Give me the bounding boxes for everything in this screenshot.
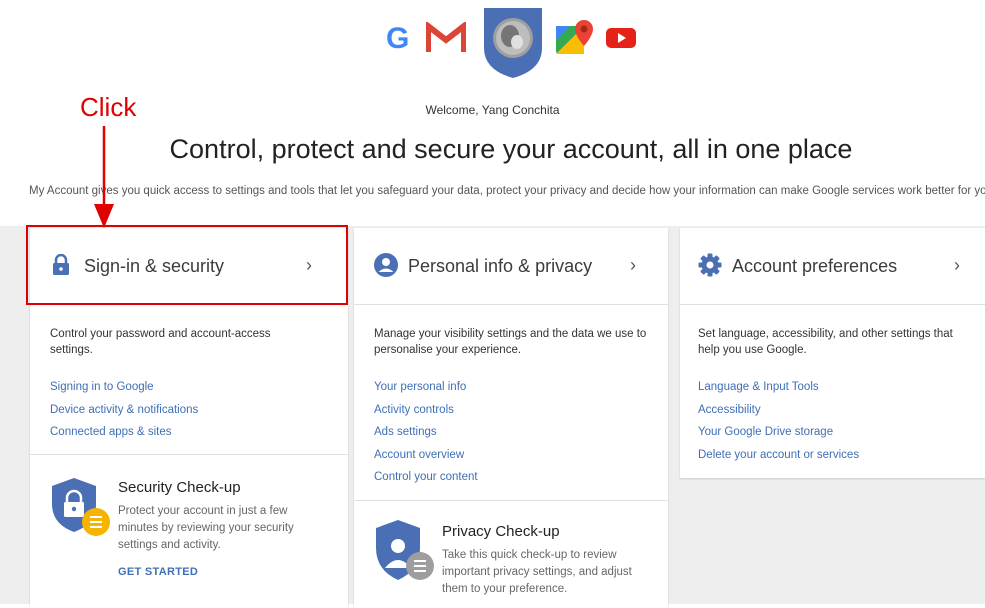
personal-info-privacy-title: Personal info & privacy [408, 256, 593, 276]
person-icon [374, 253, 398, 282]
account-preferences-description: Set language, accessibility, and other s… [698, 328, 953, 356]
security-checkup-description: Protect your account in just a few minut… [118, 505, 294, 551]
account-preferences-card: Account preferences › Set language, acce… [680, 228, 985, 478]
link-google-drive-storage[interactable]: Your Google Drive storage [698, 421, 859, 444]
security-checkup-shield-icon [50, 476, 112, 547]
privacy-checkup-shield-icon [372, 518, 436, 593]
intro-text: My Account gives you quick access to set… [29, 185, 985, 197]
personal-info-privacy-card: Personal info & privacy › Manage your vi… [354, 228, 668, 608]
privacy-checkup-description: Take this quick check-up to review impor… [442, 549, 632, 595]
click-annotation-label: Click [80, 92, 137, 122]
google-icon[interactable]: G [386, 22, 409, 56]
click-highlight-box [26, 225, 348, 305]
link-device-activity[interactable]: Device activity & notifications [50, 399, 198, 422]
card-divider [354, 500, 668, 501]
get-started-button[interactable]: GET STARTED [118, 566, 198, 578]
personal-info-privacy-links: Your personal info Activity controls Ads… [374, 376, 478, 489]
link-control-your-content[interactable]: Control your content [374, 466, 478, 489]
page-title: Control, protect and secure your account… [169, 134, 853, 164]
account-preferences-links: Language & Input Tools Accessibility You… [698, 376, 859, 466]
card-divider [30, 454, 348, 455]
link-your-personal-info[interactable]: Your personal info [374, 376, 478, 399]
link-account-overview[interactable]: Account overview [374, 444, 478, 467]
gear-icon [698, 253, 722, 282]
chevron-right-icon[interactable]: › [630, 255, 636, 276]
personal-info-privacy-header[interactable]: Personal info & privacy › [354, 228, 668, 305]
chevron-right-icon[interactable]: › [954, 255, 960, 276]
account-preferences-header[interactable]: Account preferences › [680, 228, 985, 305]
app-icons-bar: G [382, 8, 642, 80]
link-connected-apps[interactable]: Connected apps & sites [50, 421, 198, 444]
youtube-icon[interactable] [606, 26, 636, 55]
account-preferences-title: Account preferences [732, 256, 898, 276]
click-arrow-icon [94, 126, 114, 228]
link-signing-in-to-google[interactable]: Signing in to Google [50, 376, 198, 399]
sign-in-security-links: Signing in to Google Device activity & n… [50, 376, 198, 444]
maps-icon[interactable] [554, 20, 596, 61]
gmail-icon[interactable] [425, 19, 467, 59]
link-activity-controls[interactable]: Activity controls [374, 399, 478, 422]
avatar[interactable] [482, 8, 544, 85]
link-language-input-tools[interactable]: Language & Input Tools [698, 376, 859, 399]
privacy-checkup-title: Privacy Check-up [442, 523, 560, 540]
security-checkup-title: Security Check-up [118, 479, 241, 496]
welcome-text: Welcome, Yang Conchita [425, 103, 560, 117]
sign-in-security-description: Control your password and account-access… [50, 328, 271, 356]
link-delete-account[interactable]: Delete your account or services [698, 444, 859, 467]
link-ads-settings[interactable]: Ads settings [374, 421, 478, 444]
personal-info-privacy-description: Manage your visibility settings and the … [374, 328, 647, 356]
link-accessibility[interactable]: Accessibility [698, 399, 859, 422]
